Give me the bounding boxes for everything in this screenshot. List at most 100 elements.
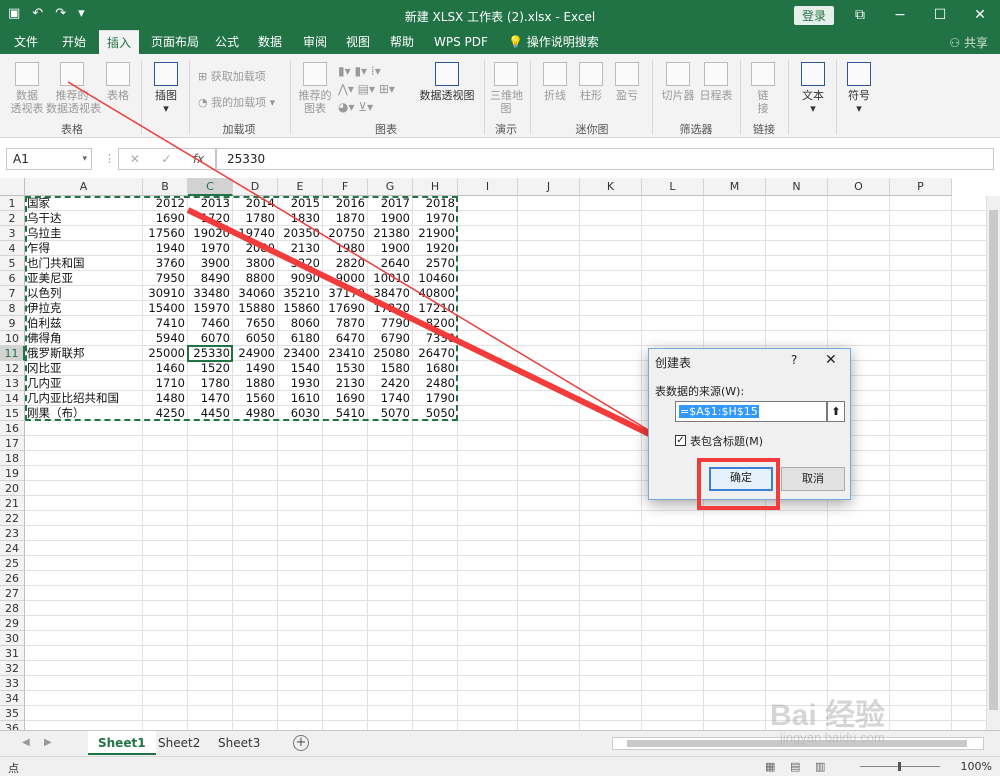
recommended-charts-button[interactable]: 推荐的 图表 [296,62,334,115]
vertical-scrollbar[interactable] [986,196,1000,730]
row-header[interactable]: 8 [0,301,25,316]
column-header[interactable]: L [642,178,704,196]
range-input[interactable]: =$A$1:$H$15 [675,401,827,422]
dialog-close-button[interactable]: ✕ [825,352,837,368]
table-button[interactable]: 表格 [102,62,134,102]
column-header[interactable]: O [828,178,890,196]
confirm-entry-icon[interactable]: ✓ [161,152,171,166]
row-header[interactable]: 26 [0,571,25,586]
link-button[interactable]: 链 接 [748,62,778,115]
cell-area[interactable]: 国家 2012 2013 2014 2015 2016 2017 2018 乌干达 1690 172… [25,196,1000,730]
row-header[interactable]: 34 [0,691,25,706]
insert-function-icon[interactable]: fx [193,152,204,166]
ribbon-display-icon[interactable]: ⧉ [840,0,880,30]
column-header[interactable]: M [704,178,766,196]
tab-home[interactable]: 开始 [54,30,94,54]
zoom-slider-thumb[interactable] [898,762,901,771]
pivot-chart-button[interactable]: 数据透视图 [418,62,476,102]
row-header[interactable]: 11 [0,346,25,361]
tab-insert[interactable]: 插入 [99,30,140,54]
chart-type-buttons[interactable]: ▮▾ ▮▾ ⁞▾ ⋀▾ ▤▾ ⊞▾ ◕▾ ⊻▾ [338,62,395,116]
close-button[interactable]: ✕ [960,0,1000,30]
row-header[interactable]: 25 [0,556,25,571]
has-headers-label[interactable]: 表包含标题(M) [690,433,763,449]
row-header[interactable]: 14 [0,391,25,406]
row-header[interactable]: 10 [0,331,25,346]
tab-formulas[interactable]: 公式 [207,30,247,54]
sheet-tab-sheet3[interactable]: Sheet3 [208,731,270,755]
row-header[interactable]: 27 [0,586,25,601]
column-header[interactable]: F [323,178,368,196]
tab-page-layout[interactable]: 页面布局 [143,30,207,54]
next-sheet-icon[interactable]: ▶ [44,737,52,748]
cancel-entry-icon[interactable]: ✕ [130,152,140,166]
prev-sheet-icon[interactable]: ◀ [22,737,30,748]
row-header[interactable]: 20 [0,481,25,496]
maximize-button[interactable]: ☐ [920,0,960,30]
recommended-pivot-button[interactable]: 推荐的 数据透视表 [46,62,101,115]
sparkline-column-button[interactable]: 柱形 [576,62,606,102]
share-button[interactable]: ⚇ 共享 [949,34,988,51]
cancel-button[interactable]: 取消 [781,467,845,491]
name-box[interactable]: A1 ▾ [6,148,92,170]
has-headers-checkbox[interactable]: ✓ [675,435,686,446]
illustrations-button[interactable]: 插图 ▾ [148,62,184,115]
tab-view[interactable]: 视图 [338,30,378,54]
row-header[interactable]: 18 [0,451,25,466]
tell-me-search[interactable]: 💡 操作说明搜索 [500,30,607,54]
row-header[interactable]: 22 [0,511,25,526]
tab-data[interactable]: 数据 [250,30,290,54]
text-button[interactable]: 文本 ▾ [796,62,830,115]
select-all-corner[interactable] [0,178,25,196]
row-header[interactable]: 3 [0,226,25,241]
row-header[interactable]: 31 [0,646,25,661]
sparkline-winloss-button[interactable]: 盈亏 [612,62,642,102]
help-button[interactable]: ? [791,353,797,367]
row-header[interactable]: 12 [0,361,25,376]
row-header[interactable]: 21 [0,496,25,511]
row-header[interactable]: 1 [0,196,25,211]
tab-review[interactable]: 审阅 [295,30,335,54]
row-header[interactable]: 23 [0,526,25,541]
column-header[interactable]: B [143,178,188,196]
row-header[interactable]: 5 [0,256,25,271]
timeline-button[interactable]: 日程表 [698,62,734,102]
row-header[interactable]: 35 [0,706,25,721]
tab-wps-pdf[interactable]: WPS PDF [426,30,496,54]
minimize-button[interactable]: − [880,0,920,30]
row-header[interactable]: 24 [0,541,25,556]
column-header[interactable]: N [766,178,828,196]
view-page-layout-icon[interactable]: ▤ [790,760,800,773]
slicer-button[interactable]: 切片器 [660,62,696,102]
zoom-level[interactable]: 100% [961,760,992,773]
tab-file[interactable]: 文件 [6,30,46,54]
get-addins-button[interactable]: ⊞ 获取加载项 [198,68,266,84]
row-header[interactable]: 16 [0,421,25,436]
vertical-scroll-thumb[interactable] [989,210,998,710]
row-header[interactable]: 9 [0,316,25,331]
login-button[interactable]: 登录 [794,6,835,25]
column-header[interactable]: A [25,178,143,196]
column-header[interactable]: E [278,178,323,196]
row-header[interactable]: 28 [0,601,25,616]
formula-input[interactable]: 25330 [216,148,994,170]
column-header[interactable]: P [890,178,952,196]
zoom-slider[interactable] [860,762,940,771]
pivot-table-button[interactable]: 数据 透视表 [8,62,46,115]
row-header[interactable]: 33 [0,676,25,691]
row-header[interactable]: 30 [0,631,25,646]
column-header[interactable]: D [233,178,278,196]
column-header[interactable]: I [458,178,518,196]
view-normal-icon[interactable]: ▦ [765,760,775,773]
row-header[interactable]: 7 [0,286,25,301]
sheet-tab-sheet2[interactable]: Sheet2 [148,731,210,755]
view-page-break-icon[interactable]: ▥ [815,760,825,773]
row-header[interactable]: 13 [0,376,25,391]
symbol-button[interactable]: 符号 ▾ [842,62,876,115]
3d-map-button[interactable]: 三维地 图 [490,62,523,115]
row-header[interactable]: 19 [0,466,25,481]
active-cell[interactable] [187,345,233,362]
tab-help[interactable]: 帮助 [382,30,422,54]
collapse-dialog-icon[interactable]: ⬆ [827,401,845,422]
row-header[interactable]: 6 [0,271,25,286]
